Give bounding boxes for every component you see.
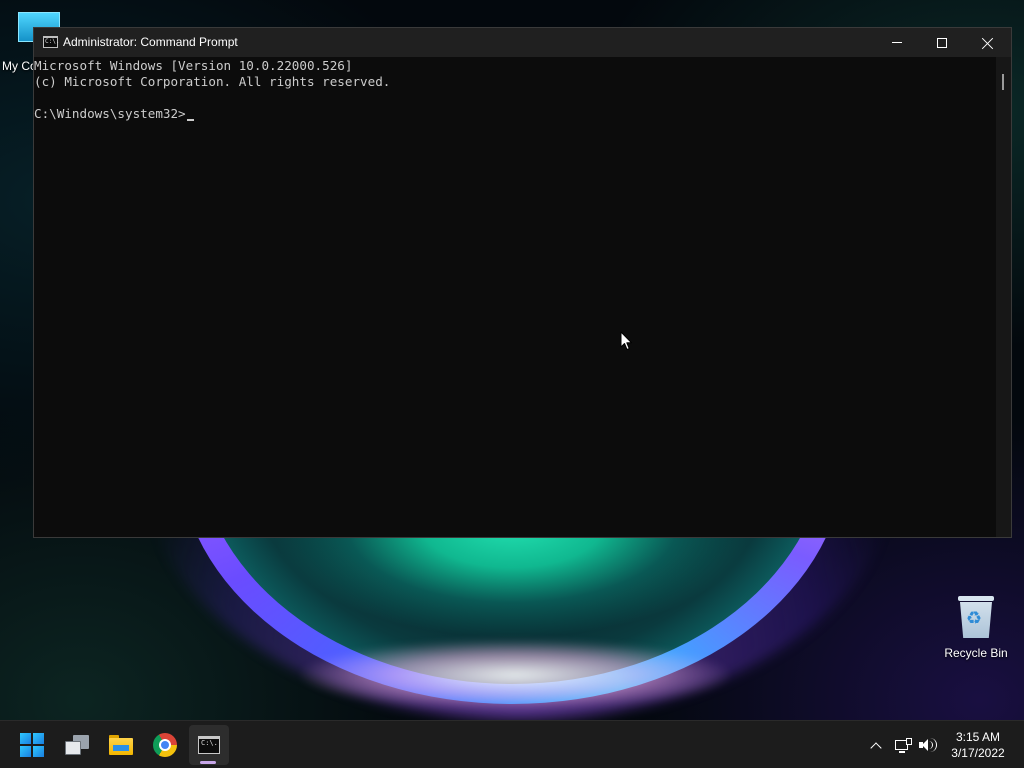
terminal-icon: C:\. (198, 736, 220, 754)
taskbar-command-prompt[interactable]: C:\. (189, 725, 229, 765)
command-prompt-window[interactable]: C:\. Administrator: Command Prompt Micro… (33, 27, 1012, 538)
scrollbar-thumb[interactable] (1002, 74, 1004, 90)
maximize-icon (937, 37, 947, 48)
close-button[interactable] (965, 28, 1011, 57)
show-hidden-icons-button[interactable] (867, 733, 885, 757)
volume-icon (918, 737, 938, 753)
folder-icon (109, 735, 133, 755)
chevron-up-icon (870, 741, 882, 754)
clock-time: 3:15 AM (955, 730, 1001, 744)
minimize-button[interactable] (874, 28, 920, 57)
taskbar-chrome[interactable] (145, 725, 185, 765)
close-icon (982, 37, 994, 49)
window-title: Administrator: Command Prompt (63, 35, 238, 49)
taskbar: C:\. 3:15 AM 3/17/2022 (0, 720, 1024, 768)
window-titlebar[interactable]: C:\. Administrator: Command Prompt (34, 28, 1011, 57)
active-app-indicator (200, 761, 216, 764)
minimize-icon (892, 42, 902, 43)
start-button[interactable] (12, 725, 52, 765)
wallpaper-bloom-highlight (300, 640, 730, 710)
task-view-icon (65, 735, 89, 755)
desktop-icon-label: Recycle Bin (944, 646, 1008, 660)
taskbar-task-view[interactable] (57, 725, 97, 765)
maximize-button[interactable] (919, 28, 965, 57)
taskbar-clock[interactable]: 3:15 AM 3/17/2022 (944, 729, 1012, 761)
console-prompt: C:\Windows\system32> (34, 106, 186, 121)
desktop-icon-label: My Co (2, 59, 37, 73)
taskbar-file-explorer[interactable] (101, 725, 141, 765)
clock-date: 3/17/2022 (951, 746, 1005, 760)
mouse-pointer-icon (620, 331, 632, 350)
console-line: (c) Microsoft Corporation. All rights re… (34, 74, 391, 89)
volume-button[interactable] (917, 733, 939, 757)
console-line: Microsoft Windows [Version 10.0.22000.52… (34, 58, 353, 73)
windows-logo-icon (20, 733, 44, 757)
desktop-icon-recycle-bin[interactable]: ♻ Recycle Bin (940, 594, 1012, 660)
terminal-icon: C:\. (43, 36, 59, 48)
network-icon (894, 737, 912, 753)
network-button[interactable] (893, 733, 913, 757)
chrome-icon (153, 733, 177, 757)
recycle-bin-icon: ♻ (958, 596, 994, 638)
console-prompt-line[interactable]: C:\Windows\system32> (34, 106, 996, 122)
text-cursor (186, 119, 194, 121)
console-output[interactable]: Microsoft Windows [Version 10.0.22000.52… (34, 57, 996, 537)
vertical-scrollbar[interactable] (996, 57, 1011, 537)
